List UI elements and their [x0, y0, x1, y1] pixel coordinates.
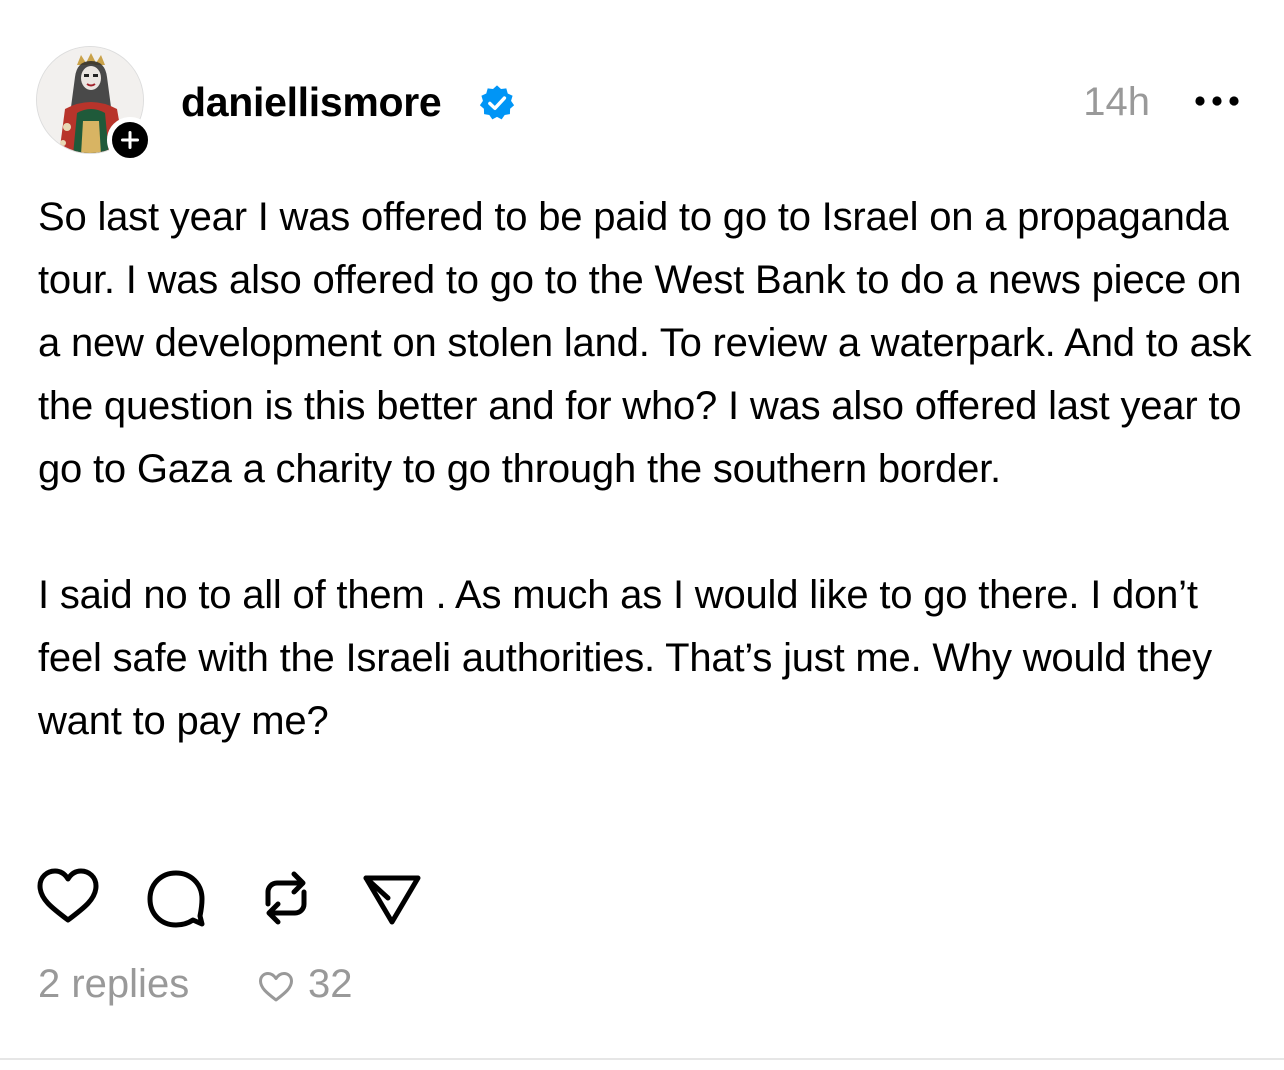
likes-number: 32	[308, 962, 353, 1006]
share-icon[interactable]	[360, 866, 424, 930]
comment-icon[interactable]	[144, 866, 208, 930]
post-paragraph: So last year I was offered to be paid to…	[38, 195, 1252, 491]
post-timestamp: 14h	[1083, 80, 1150, 124]
verified-badge-icon	[479, 85, 515, 120]
heart-icon[interactable]	[36, 866, 100, 930]
thread-post: daniellismore 14h So last year I was off…	[0, 0, 1284, 1070]
divider	[0, 1058, 1284, 1060]
follow-button[interactable]	[107, 117, 153, 163]
plus-icon	[121, 131, 139, 149]
repost-icon[interactable]	[254, 866, 318, 930]
avatar-container	[36, 46, 153, 163]
post-body: So last year I was offered to be paid to…	[38, 186, 1253, 753]
small-heart-icon	[259, 972, 293, 1002]
post-paragraph: I said no to all of them . As much as I …	[38, 573, 1212, 743]
username[interactable]: daniellismore	[181, 76, 442, 128]
replies-count[interactable]: 2 replies	[38, 958, 189, 1010]
ellipsis-icon[interactable]	[1192, 88, 1242, 114]
